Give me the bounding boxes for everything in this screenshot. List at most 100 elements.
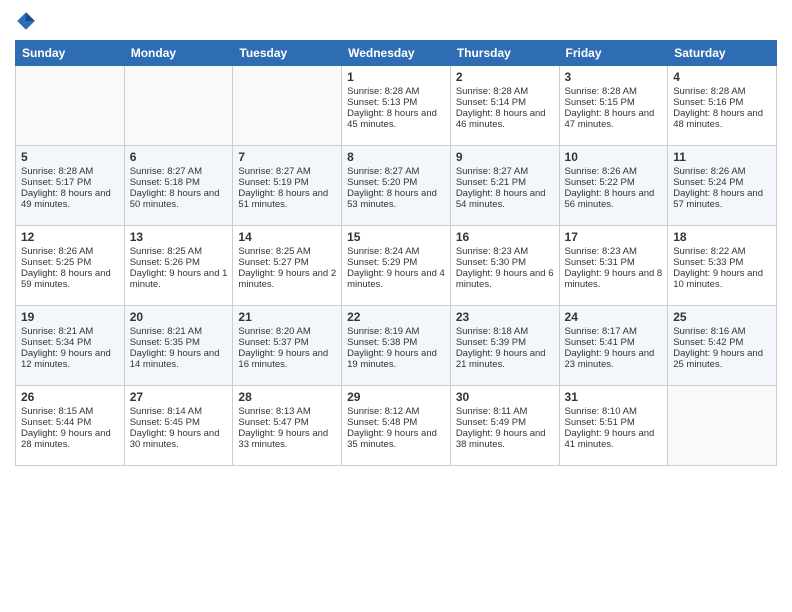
daylight-line: Daylight: 9 hours and 16 minutes. (238, 348, 336, 370)
sunrise-line: Sunrise: 8:16 AM (673, 326, 771, 337)
sunrise-line: Sunrise: 8:27 AM (347, 166, 445, 177)
calendar-cell (16, 66, 125, 146)
sunrise-line: Sunrise: 8:21 AM (21, 326, 119, 337)
day-number: 25 (673, 310, 771, 324)
day-number: 6 (130, 150, 228, 164)
daylight-line: Daylight: 9 hours and 12 minutes. (21, 348, 119, 370)
sunset-line: Sunset: 5:13 PM (347, 97, 445, 108)
calendar-cell: 27Sunrise: 8:14 AMSunset: 5:45 PMDayligh… (124, 386, 233, 466)
sunset-line: Sunset: 5:29 PM (347, 257, 445, 268)
sunset-line: Sunset: 5:37 PM (238, 337, 336, 348)
daylight-line: Daylight: 9 hours and 35 minutes. (347, 428, 445, 450)
daylight-line: Daylight: 9 hours and 2 minutes. (238, 268, 336, 290)
sunrise-line: Sunrise: 8:20 AM (238, 326, 336, 337)
daylight-line: Daylight: 8 hours and 48 minutes. (673, 108, 771, 130)
daylight-line: Daylight: 8 hours and 47 minutes. (565, 108, 663, 130)
daylight-line: Daylight: 8 hours and 56 minutes. (565, 188, 663, 210)
sunrise-line: Sunrise: 8:28 AM (456, 86, 554, 97)
week-row-2: 5Sunrise: 8:28 AMSunset: 5:17 PMDaylight… (16, 146, 777, 226)
sunrise-line: Sunrise: 8:23 AM (456, 246, 554, 257)
day-header-wednesday: Wednesday (342, 41, 451, 66)
calendar-cell: 21 Sunrise: 8:20 AMSunset: 5:37 PMDayligh… (233, 306, 342, 386)
sunrise-line: Sunrise: 8:28 AM (565, 86, 663, 97)
sunrise-line: Sunrise: 8:27 AM (456, 166, 554, 177)
calendar-cell: 2Sunrise: 8:28 AMSunset: 5:14 PMDaylight… (450, 66, 559, 146)
sunrise-line: Sunrise: 8:17 AM (565, 326, 663, 337)
logo (15, 10, 41, 32)
day-header-friday: Friday (559, 41, 668, 66)
daylight-line: Daylight: 8 hours and 54 minutes. (456, 188, 554, 210)
sunset-line: Sunset: 5:41 PM (565, 337, 663, 348)
day-number: 19 (21, 310, 119, 324)
calendar-cell: 16Sunrise: 8:23 AMSunset: 5:30 PMDayligh… (450, 226, 559, 306)
day-number: 21 (238, 310, 336, 324)
sunset-line: Sunset: 5:35 PM (130, 337, 228, 348)
day-number: 31 (565, 390, 663, 404)
sunrise-line: Sunrise: 8:10 AM (565, 406, 663, 417)
day-header-tuesday: Tuesday (233, 41, 342, 66)
day-number: 13 (130, 230, 228, 244)
sunrise-line: Sunrise: 8:12 AM (347, 406, 445, 417)
sunrise-line: Sunrise: 8:27 AM (238, 166, 336, 177)
daylight-line: Daylight: 8 hours and 46 minutes. (456, 108, 554, 130)
sunset-line: Sunset: 5:22 PM (565, 177, 663, 188)
calendar-cell: 15Sunrise: 8:24 AMSunset: 5:29 PMDayligh… (342, 226, 451, 306)
daylight-line: Daylight: 9 hours and 23 minutes. (565, 348, 663, 370)
sunset-line: Sunset: 5:15 PM (565, 97, 663, 108)
sunset-line: Sunset: 5:38 PM (347, 337, 445, 348)
day-number: 22 (347, 310, 445, 324)
sunrise-line: Sunrise: 8:21 AM (130, 326, 228, 337)
daylight-line: Daylight: 8 hours and 51 minutes. (238, 188, 336, 210)
daylight-line: Daylight: 9 hours and 10 minutes. (673, 268, 771, 290)
sunrise-line: Sunrise: 8:22 AM (673, 246, 771, 257)
sunrise-line: Sunrise: 8:14 AM (130, 406, 228, 417)
calendar-cell: 25Sunrise: 8:16 AMSunset: 5:42 PMDayligh… (668, 306, 777, 386)
week-row-5: 26Sunrise: 8:15 AMSunset: 5:44 PMDayligh… (16, 386, 777, 466)
daylight-line: Daylight: 9 hours and 33 minutes. (238, 428, 336, 450)
day-number: 17 (565, 230, 663, 244)
sunset-line: Sunset: 5:45 PM (130, 417, 228, 428)
daylight-line: Daylight: 8 hours and 45 minutes. (347, 108, 445, 130)
calendar-cell: 22 Sunrise: 8:19 AMSunset: 5:38 PMDayligh… (342, 306, 451, 386)
sunrise-line: Sunrise: 8:27 AM (130, 166, 228, 177)
days-header-row: SundayMondayTuesdayWednesdayThursdayFrid… (16, 41, 777, 66)
sunrise-line: Sunrise: 8:25 AM (130, 246, 228, 257)
day-number: 9 (456, 150, 554, 164)
sunrise-line: Sunrise: 8:18 AM (456, 326, 554, 337)
calendar-cell: 30Sunrise: 8:11 AMSunset: 5:49 PMDayligh… (450, 386, 559, 466)
sunset-line: Sunset: 5:19 PM (238, 177, 336, 188)
sunset-line: Sunset: 5:16 PM (673, 97, 771, 108)
daylight-line: Daylight: 9 hours and 19 minutes. (347, 348, 445, 370)
daylight-line: Daylight: 9 hours and 6 minutes. (456, 268, 554, 290)
day-number: 2 (456, 70, 554, 84)
week-row-3: 12Sunrise: 8:26 AMSunset: 5:25 PMDayligh… (16, 226, 777, 306)
calendar-cell: 10Sunrise: 8:26 AMSunset: 5:22 PMDayligh… (559, 146, 668, 226)
day-number: 12 (21, 230, 119, 244)
calendar-cell: 23Sunrise: 8:18 AMSunset: 5:39 PMDayligh… (450, 306, 559, 386)
calendar-cell: 26Sunrise: 8:15 AMSunset: 5:44 PMDayligh… (16, 386, 125, 466)
sunset-line: Sunset: 5:39 PM (456, 337, 554, 348)
daylight-line: Daylight: 8 hours and 50 minutes. (130, 188, 228, 210)
sunset-line: Sunset: 5:33 PM (673, 257, 771, 268)
sunset-line: Sunset: 5:25 PM (21, 257, 119, 268)
sunrise-line: Sunrise: 8:19 AM (347, 326, 445, 337)
sunrise-line: Sunrise: 8:11 AM (456, 406, 554, 417)
day-number: 8 (347, 150, 445, 164)
day-header-saturday: Saturday (668, 41, 777, 66)
sunset-line: Sunset: 5:26 PM (130, 257, 228, 268)
daylight-line: Daylight: 9 hours and 21 minutes. (456, 348, 554, 370)
day-header-thursday: Thursday (450, 41, 559, 66)
calendar-cell (668, 386, 777, 466)
sunrise-line: Sunrise: 8:24 AM (347, 246, 445, 257)
day-number: 11 (673, 150, 771, 164)
sunset-line: Sunset: 5:42 PM (673, 337, 771, 348)
sunrise-line: Sunrise: 8:28 AM (21, 166, 119, 177)
logo-icon (15, 10, 37, 32)
sunrise-line: Sunrise: 8:26 AM (565, 166, 663, 177)
day-number: 16 (456, 230, 554, 244)
calendar-cell (124, 66, 233, 146)
daylight-line: Daylight: 8 hours and 53 minutes. (347, 188, 445, 210)
sunset-line: Sunset: 5:49 PM (456, 417, 554, 428)
calendar-cell: 28Sunrise: 8:13 AMSunset: 5:47 PMDayligh… (233, 386, 342, 466)
sunset-line: Sunset: 5:44 PM (21, 417, 119, 428)
